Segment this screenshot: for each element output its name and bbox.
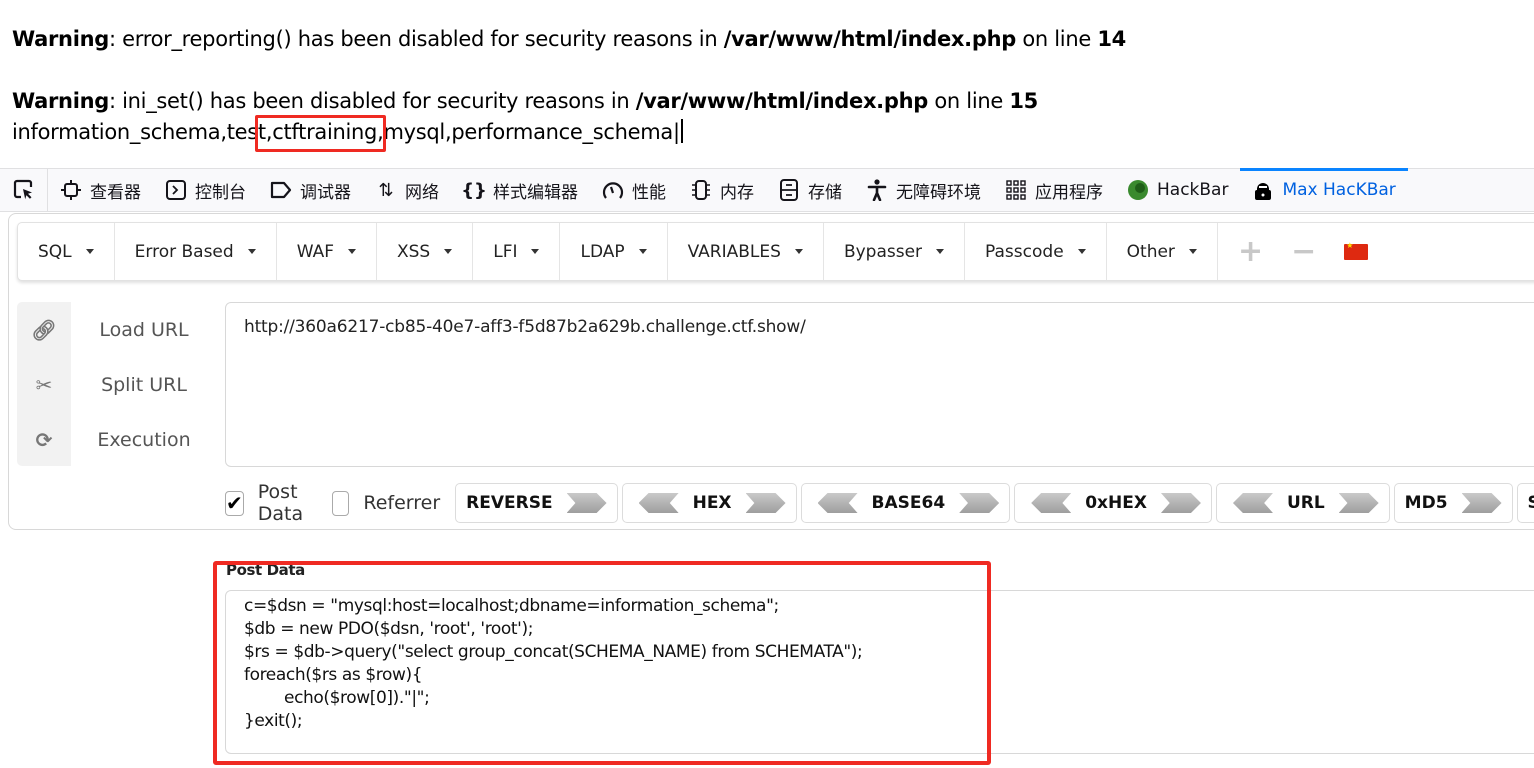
debugger-icon	[270, 179, 292, 201]
tab-memory[interactable]: 内存	[678, 169, 766, 211]
page-output: Warning: error_reporting() has been disa…	[12, 24, 1126, 152]
warning-line: Warning: error_reporting() has been disa…	[12, 27, 1126, 51]
hackbar-panel: SQL Error Based WAF XSS LFI LDAP VARIABL…	[8, 213, 1534, 530]
tab-network[interactable]: ⇅ 网络	[363, 169, 451, 211]
minus-icon[interactable]: −	[1291, 236, 1316, 267]
tab-max-hackbar[interactable]: Max HacKBar	[1240, 168, 1409, 211]
hackbar-menu: SQL Error Based WAF XSS LFI LDAP VARIABL…	[17, 222, 1534, 281]
post-data-checkbox[interactable]: ✔	[225, 490, 244, 516]
menu-passcode[interactable]: Passcode	[965, 223, 1107, 280]
highlighted-result: t,ctftraining,	[254, 115, 387, 152]
text-cursor	[680, 119, 683, 143]
performance-icon	[602, 179, 624, 201]
caret-down-icon	[531, 249, 540, 254]
caret-down-icon	[794, 249, 803, 254]
link-icon: 🔗︎	[31, 318, 57, 342]
memory-icon	[690, 179, 712, 201]
accessibility-icon	[866, 179, 888, 201]
caret-down-icon	[85, 249, 94, 254]
menu-tools: + −	[1218, 223, 1369, 280]
devtools-toolbar: 查看器 控制台 调试器 ⇅ 网络 {} 样式编辑器 性能 内存 存储 无障碍环境 应…	[0, 168, 1534, 212]
encode-arrow-icon	[566, 493, 607, 513]
tab-hackbar[interactable]: HackBar	[1115, 169, 1240, 211]
inspector-icon	[60, 179, 82, 201]
element-picker-button[interactable]	[0, 169, 48, 211]
options-row: ✔ Post Data Referrer REVERSE HEX BASE64 …	[225, 481, 1534, 525]
hackbar-icon	[1127, 179, 1149, 201]
decode-arrow-icon[interactable]	[638, 493, 679, 513]
tab-console[interactable]: 控制台	[153, 169, 258, 211]
console-icon	[165, 179, 187, 201]
menu-variables[interactable]: VARIABLES	[668, 223, 824, 280]
menu-other[interactable]: Other	[1107, 223, 1218, 280]
caret-down-icon	[1188, 249, 1197, 254]
query-result: information_schema,test,ctftraining,mysq…	[12, 115, 1126, 152]
post-data-textarea[interactable]: c=$dsn = "mysql:host=localhost;dbname=in…	[225, 590, 1534, 754]
0xhex-button[interactable]: 0xHEX	[1014, 483, 1212, 523]
s-button[interactable]: S	[1516, 483, 1534, 523]
tab-application[interactable]: 应用程序	[993, 169, 1115, 211]
encode-arrow-icon[interactable]	[745, 493, 786, 513]
plus-icon[interactable]: +	[1238, 236, 1263, 267]
base64-button[interactable]: BASE64	[800, 483, 1011, 523]
menu-sql[interactable]: SQL	[18, 223, 115, 280]
max-hackbar-icon	[1252, 179, 1274, 201]
decode-arrow-icon[interactable]	[817, 493, 858, 513]
caret-down-icon	[638, 249, 647, 254]
referrer-checkbox[interactable]	[332, 490, 350, 516]
menu-bypasser[interactable]: Bypasser	[824, 223, 966, 280]
encode-arrow-icon[interactable]	[1338, 493, 1379, 513]
menu-xss[interactable]: XSS	[377, 223, 474, 280]
tab-accessibility[interactable]: 无障碍环境	[854, 169, 993, 211]
caret-down-icon	[1077, 249, 1086, 254]
network-icon: ⇅	[378, 179, 394, 201]
tab-performance[interactable]: 性能	[590, 169, 678, 211]
load-url-button[interactable]: 🔗︎ Load URL	[17, 305, 217, 355]
hex-button[interactable]: HEX	[621, 483, 797, 523]
tab-inspector[interactable]: 查看器	[48, 169, 153, 211]
menu-ldap[interactable]: LDAP	[560, 223, 668, 280]
tab-debugger[interactable]: 调试器	[258, 169, 363, 211]
menu-waf[interactable]: WAF	[277, 223, 377, 280]
application-icon	[1005, 179, 1027, 201]
china-flag-icon[interactable]	[1344, 241, 1369, 260]
refresh-icon: ⟳	[35, 428, 53, 452]
caret-down-icon	[936, 249, 945, 254]
style-editor-icon: {}	[461, 179, 487, 201]
element-picker-icon	[13, 179, 32, 200]
md5-button[interactable]: MD5	[1393, 483, 1513, 523]
warning-line: Warning: ini_set() has been disabled for…	[12, 89, 1038, 113]
execution-button[interactable]: ⟳ Execution	[17, 415, 217, 465]
caret-down-icon	[444, 249, 453, 254]
url-encode-button[interactable]: URL	[1215, 483, 1390, 523]
scissors-icon: ✂︎	[35, 373, 53, 397]
menu-lfi[interactable]: LFI	[473, 223, 561, 280]
split-url-button[interactable]: ✂︎ Split URL	[17, 360, 217, 410]
encode-arrow-icon	[1461, 493, 1502, 513]
reverse-button[interactable]: REVERSE	[455, 483, 618, 523]
storage-icon	[778, 179, 800, 201]
caret-down-icon	[347, 249, 356, 254]
tab-style-editor[interactable]: {} 样式编辑器	[451, 169, 590, 211]
encode-arrow-icon[interactable]	[1160, 493, 1201, 513]
post-data-label: Post Data	[226, 561, 305, 579]
caret-down-icon	[247, 249, 256, 254]
menu-error-based[interactable]: Error Based	[115, 223, 277, 280]
decode-arrow-icon[interactable]	[1031, 493, 1072, 513]
encode-arrow-icon[interactable]	[959, 493, 1000, 513]
tab-storage[interactable]: 存储	[766, 169, 854, 211]
url-textarea[interactable]: http://360a6217-cb85-40e7-aff3-f5d87b2a6…	[225, 302, 1534, 467]
decode-arrow-icon[interactable]	[1232, 493, 1273, 513]
